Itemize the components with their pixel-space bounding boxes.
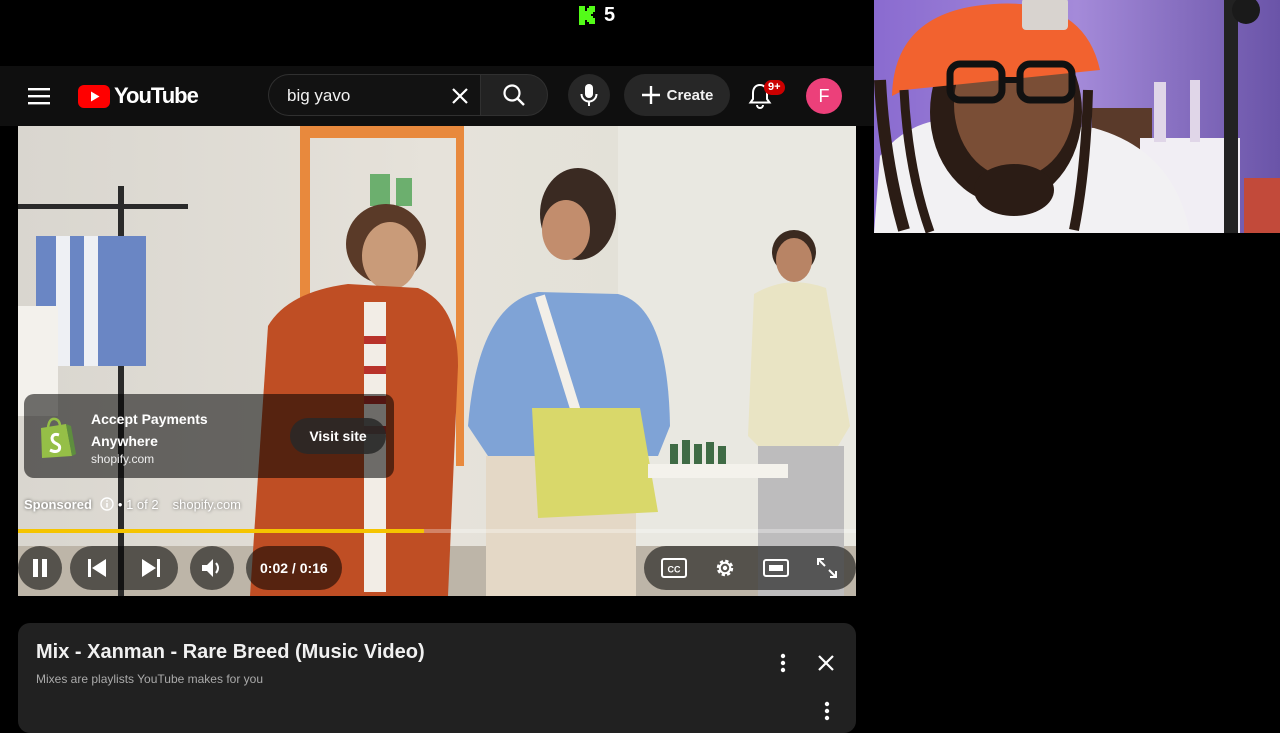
svg-text:CC: CC xyxy=(667,565,680,575)
menu-button[interactable] xyxy=(22,80,56,112)
ad-count: • 1 of 2 xyxy=(117,496,159,512)
ad-card[interactable]: Accept Payments Anywhere shopify.com Vis… xyxy=(24,394,394,478)
previous-button[interactable] xyxy=(75,546,119,590)
time-display: 0:02 / 0:16 xyxy=(260,560,328,576)
ad-domain: shopify.com xyxy=(91,452,155,466)
info-icon[interactable] xyxy=(100,497,114,511)
youtube-play-icon xyxy=(78,84,110,108)
captions-button[interactable]: CC xyxy=(652,546,696,590)
fullscreen-button[interactable] xyxy=(805,546,849,590)
video-frame xyxy=(18,126,856,596)
streamer-webcam xyxy=(874,0,1280,233)
visit-site-button[interactable]: Visit site xyxy=(290,418,386,454)
time-pill: 0:02 / 0:16 xyxy=(246,546,342,590)
video-player[interactable]: Accept Payments Anywhere shopify.com Vis… xyxy=(18,126,856,596)
more-vertical-icon xyxy=(780,653,786,673)
hamburger-icon xyxy=(28,88,50,105)
plus-icon xyxy=(641,86,660,104)
captions-icon: CC xyxy=(660,558,687,578)
theater-mode-button[interactable] xyxy=(754,546,798,590)
skip-previous-icon xyxy=(88,559,106,577)
voice-search-button[interactable] xyxy=(568,74,610,116)
right-controls: CC xyxy=(644,546,856,590)
playlist-close-button[interactable] xyxy=(814,651,838,675)
webcam-feed xyxy=(874,0,1280,233)
skip-next-icon xyxy=(142,559,160,577)
avatar[interactable]: F xyxy=(806,78,842,114)
fullscreen-icon xyxy=(816,558,837,578)
close-icon xyxy=(452,88,468,104)
close-icon xyxy=(818,655,834,671)
search-input[interactable] xyxy=(285,75,449,117)
mix-playlist-panel: Mix - Xanman - Rare Breed (Music Video) … xyxy=(18,623,856,733)
more-vertical-icon xyxy=(824,701,830,721)
search-box xyxy=(268,74,480,117)
viewer-count: 5 xyxy=(604,3,616,26)
youtube-header: YouTube Create 9+ F xyxy=(0,66,874,126)
theater-mode-icon xyxy=(762,559,789,577)
sponsored-row: Sponsored • 1 of 2 shopify.com xyxy=(24,495,241,513)
search-button[interactable] xyxy=(480,74,548,116)
logo-text: YouTube xyxy=(114,83,199,108)
volume-pill xyxy=(190,546,234,590)
playlist-title[interactable]: Mix - Xanman - Rare Breed (Music Video) xyxy=(36,641,425,664)
viewer-counter: 5 xyxy=(578,3,615,27)
kick-logo-icon xyxy=(579,6,595,25)
create-label: Create xyxy=(666,86,714,104)
playlist-item-more-button[interactable] xyxy=(816,699,838,723)
playlist-subtitle: Mixes are playlists YouTube makes for yo… xyxy=(36,672,263,686)
mute-button[interactable] xyxy=(190,546,234,590)
sponsor-domain[interactable]: shopify.com xyxy=(173,497,241,512)
skip-controls xyxy=(70,546,178,590)
pause-button[interactable] xyxy=(18,546,62,590)
sponsored-label: Sponsored xyxy=(24,496,92,512)
clear-search-button[interactable] xyxy=(447,83,473,109)
pause-icon xyxy=(33,559,47,577)
microphone-icon xyxy=(580,84,598,106)
progress-fill xyxy=(18,529,425,533)
progress-bar[interactable] xyxy=(18,529,856,533)
settings-button[interactable] xyxy=(703,546,747,590)
ad-title[interactable]: Accept Payments Anywhere xyxy=(91,408,261,452)
shopify-bag-icon xyxy=(41,417,76,458)
volume-icon xyxy=(202,559,219,577)
next-button[interactable] xyxy=(129,546,173,590)
youtube-logo[interactable]: YouTube xyxy=(78,83,199,109)
gear-icon xyxy=(716,559,733,577)
notification-badge: 9+ xyxy=(764,80,785,95)
playlist-more-button[interactable] xyxy=(772,651,794,675)
play-pause-pill xyxy=(18,546,62,590)
create-button[interactable]: Create xyxy=(624,74,730,116)
search-icon xyxy=(503,84,525,106)
